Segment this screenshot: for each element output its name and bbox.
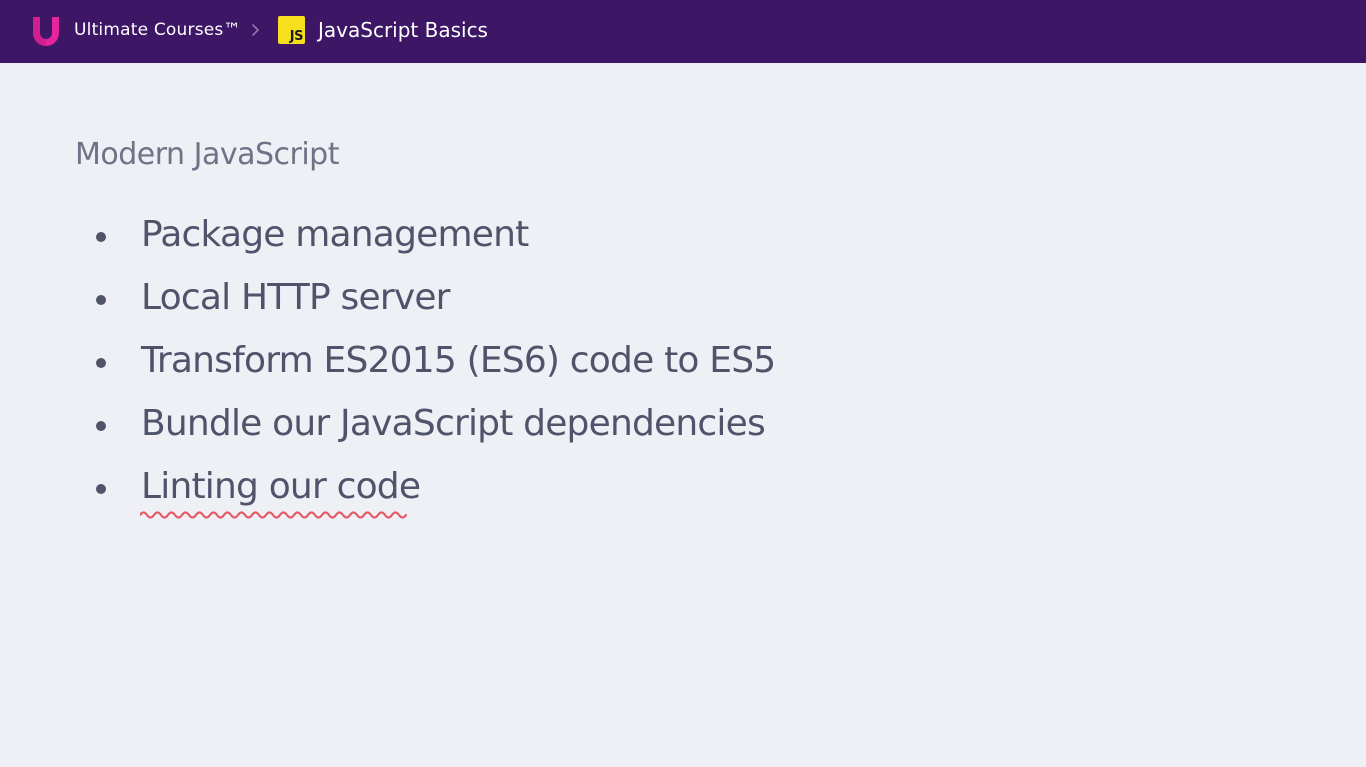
bullet-text: Local HTTP server (141, 277, 450, 318)
bullet-dot (96, 232, 106, 242)
ultimate-courses-logo-icon[interactable] (30, 15, 62, 47)
top-bar: Ultimate Courses™ JS JavaScript Basics (0, 0, 1366, 63)
bullet-dot (96, 421, 106, 431)
bullet-item: Linting our code (0, 464, 1000, 519)
brand-name[interactable]: Ultimate Courses™ (74, 19, 241, 41)
bullet-item: Local HTTP server (0, 275, 1000, 321)
javascript-badge-icon: JS (278, 16, 305, 44)
bullet-text: Package management (141, 214, 529, 255)
chevron-right-icon (252, 24, 259, 36)
bullet-dot (96, 484, 106, 494)
bullet-item: Bundle our JavaScript dependencies (0, 401, 1000, 447)
bullet-item: Transform ES2015 (ES6) code to ES5 (0, 338, 1000, 384)
javascript-badge-label: JS (289, 29, 304, 44)
bullet-dot (96, 295, 106, 305)
bullet-text: Transform ES2015 (ES6) code to ES5 (141, 340, 776, 381)
bullet-item: Package management (0, 212, 1000, 258)
bullet-text: Linting our code (141, 466, 421, 507)
slide-title: Modern JavaScript (75, 137, 339, 172)
course-title[interactable]: JavaScript Basics (318, 17, 488, 43)
bullet-dot (96, 358, 106, 368)
spellcheck-underline (140, 511, 408, 519)
bullet-text: Bundle our JavaScript dependencies (141, 403, 766, 444)
